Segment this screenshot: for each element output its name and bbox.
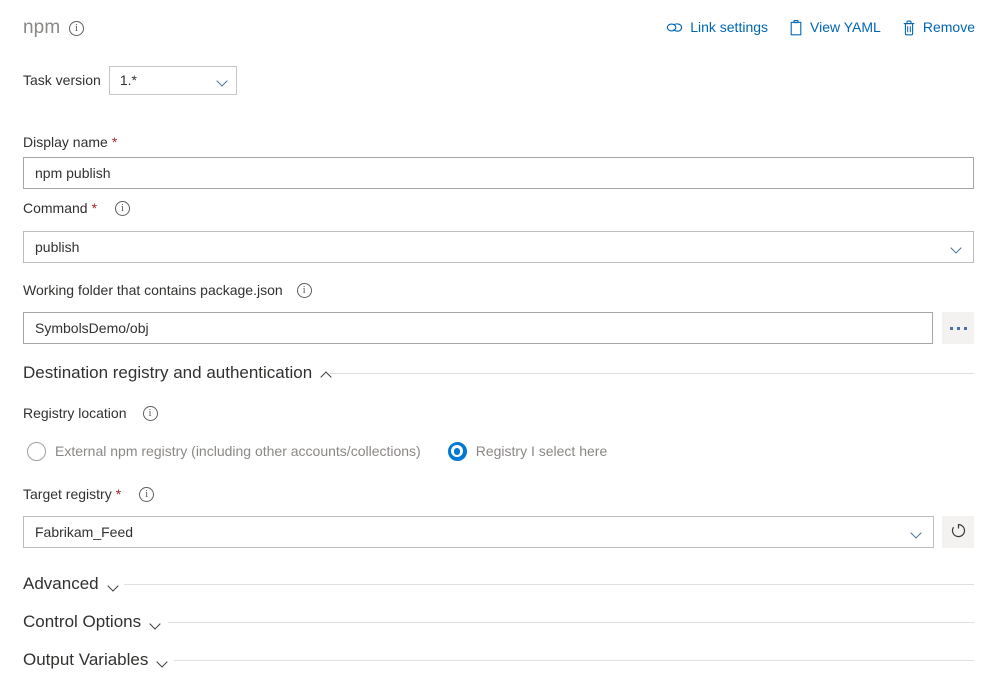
radio-registry-i-select-here[interactable]: Registry I select here xyxy=(448,442,608,461)
remove-button[interactable]: Remove xyxy=(902,18,975,37)
section-title: Advanced xyxy=(23,572,99,595)
section-control-options[interactable]: Control Options xyxy=(23,610,161,633)
chevron-down-icon xyxy=(157,658,168,665)
section-divider xyxy=(124,584,974,585)
command-label-text: Command xyxy=(23,199,88,218)
browse-folder-button[interactable] xyxy=(942,312,974,344)
chevron-down-icon xyxy=(108,582,119,589)
radio-label: External npm registry (including other a… xyxy=(55,442,421,461)
chevron-down-icon xyxy=(951,244,962,251)
clipboard-icon xyxy=(789,20,803,36)
section-title: Output Variables xyxy=(23,648,148,671)
target-registry-select[interactable]: Fabrikam_Feed xyxy=(23,516,934,548)
section-title: Destination registry and authentication xyxy=(23,361,312,384)
radio-indicator xyxy=(27,442,46,461)
section-advanced[interactable]: Advanced xyxy=(23,572,119,595)
working-folder-input[interactable]: SymbolsDemo/obj xyxy=(23,312,933,344)
task-version-value: 1.* xyxy=(120,71,217,90)
section-divider xyxy=(330,373,974,374)
info-icon[interactable] xyxy=(139,487,154,502)
ellipsis-icon xyxy=(950,327,967,330)
chevron-down-icon xyxy=(150,620,161,627)
refresh-icon xyxy=(950,522,967,542)
display-name-value: npm publish xyxy=(35,164,111,183)
page-title: npm xyxy=(23,17,60,39)
command-value: publish xyxy=(35,238,79,257)
section-divider xyxy=(168,622,974,623)
required-marker: * xyxy=(116,485,121,504)
view-yaml-button[interactable]: View YAML xyxy=(789,18,881,37)
command-select[interactable]: publish xyxy=(23,231,974,263)
required-marker: * xyxy=(112,133,117,152)
chevron-down-icon xyxy=(217,77,228,84)
info-icon[interactable] xyxy=(115,201,130,216)
target-registry-value: Fabrikam_Feed xyxy=(35,523,133,542)
task-version-row: Task version 1.* xyxy=(23,66,237,95)
section-title: Control Options xyxy=(23,610,141,633)
target-registry-label-text: Target registry xyxy=(23,485,112,504)
remove-label: Remove xyxy=(923,18,975,37)
working-folder-label: Working folder that contains package.jso… xyxy=(23,281,312,300)
section-output-variables[interactable]: Output Variables xyxy=(23,648,168,671)
link-settings-button[interactable]: Link settings xyxy=(666,18,768,37)
trash-icon xyxy=(902,20,916,36)
radio-label: Registry I select here xyxy=(476,442,608,461)
radio-indicator xyxy=(448,442,467,461)
registry-location-label: Registry location xyxy=(23,404,158,423)
section-destination-registry[interactable]: Destination registry and authentication xyxy=(23,361,332,384)
info-icon[interactable] xyxy=(69,21,84,36)
registry-location-options: External npm registry (including other a… xyxy=(27,442,607,461)
task-header: npm Link settings View YAML xyxy=(0,0,995,56)
working-folder-value: SymbolsDemo/obj xyxy=(35,319,149,338)
target-registry-label: Target registry * xyxy=(23,485,154,504)
radio-external-npm-registry[interactable]: External npm registry (including other a… xyxy=(27,442,421,461)
refresh-registry-button[interactable] xyxy=(942,516,974,548)
section-divider xyxy=(174,660,974,661)
display-name-label-text: Display name xyxy=(23,133,108,152)
info-icon[interactable] xyxy=(143,406,158,421)
chevron-up-icon xyxy=(321,371,332,378)
info-icon[interactable] xyxy=(297,283,312,298)
task-version-select[interactable]: 1.* xyxy=(109,66,237,95)
link-settings-label: Link settings xyxy=(690,18,768,37)
chevron-down-icon xyxy=(911,529,922,536)
display-name-input[interactable]: npm publish xyxy=(23,157,974,189)
working-folder-label-text: Working folder that contains package.jso… xyxy=(23,281,283,300)
required-marker: * xyxy=(92,199,97,218)
task-version-label: Task version xyxy=(23,71,101,90)
command-label: Command * xyxy=(23,199,130,218)
header-actions: Link settings View YAML Remove xyxy=(666,18,975,37)
registry-location-label-text: Registry location xyxy=(23,404,127,423)
view-yaml-label: View YAML xyxy=(810,18,881,37)
display-name-label: Display name * xyxy=(23,133,117,152)
link-icon xyxy=(666,21,683,34)
